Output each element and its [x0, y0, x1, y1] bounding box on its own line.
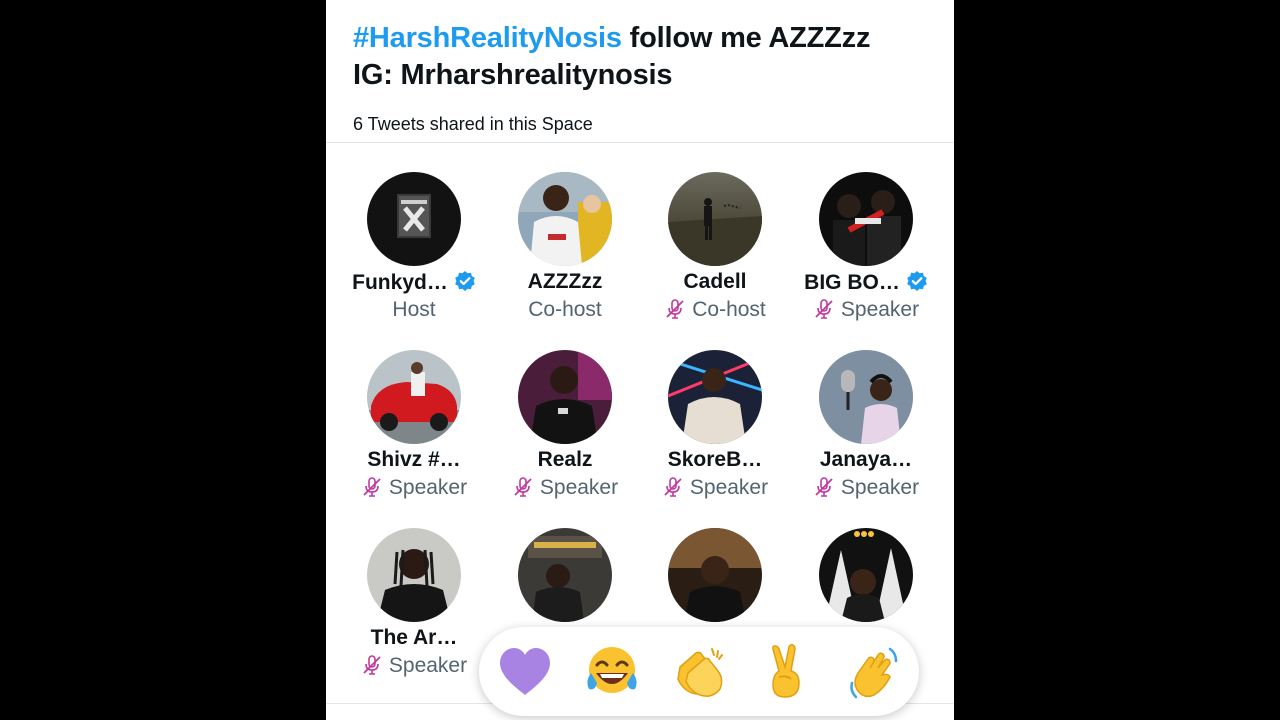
mic-off-icon	[363, 477, 381, 497]
participant-name: Cadell	[683, 270, 747, 293]
avatar[interactable]	[367, 172, 461, 266]
participant-role-row: Speaker	[490, 476, 640, 500]
title-line-2: IG: Mrharshrealitynosis	[353, 59, 673, 91]
purple-heart-icon[interactable]	[496, 643, 554, 701]
participant-card[interactable]: Janaya… Speaker	[791, 350, 941, 520]
divider	[326, 142, 954, 143]
avatar[interactable]	[518, 528, 612, 622]
mic-off-icon	[666, 299, 684, 319]
space-title: #HarshRealityNosis follow me AZZZzz IG: M…	[353, 20, 943, 94]
avatar[interactable]	[367, 350, 461, 444]
participant-name: Funkyd…	[352, 271, 448, 294]
participant-name-row: AZZZzz	[490, 270, 640, 294]
participant-card[interactable]: SkoreB… Speaker	[640, 350, 790, 520]
victory-hand-icon[interactable]	[757, 643, 815, 701]
participant-name-row: Realz	[490, 448, 640, 472]
participant-role-row: Co-host	[490, 298, 640, 322]
verified-badge-icon	[455, 271, 475, 291]
mic-off-icon	[363, 655, 381, 675]
avatar[interactable]	[819, 528, 913, 622]
participant-role-row: Speaker	[791, 476, 941, 500]
participant-role-row: Speaker	[791, 298, 941, 322]
clapping-hands-icon[interactable]	[670, 643, 728, 701]
participant-name: The Ar…	[370, 626, 458, 649]
avatar[interactable]	[819, 172, 913, 266]
participant-card[interactable]: AZZZzz Co-host	[490, 172, 640, 342]
participant-name: AZZZzz	[527, 270, 603, 293]
tears-of-joy-icon[interactable]	[583, 643, 641, 701]
participant-name-row: The Ar…	[339, 626, 489, 650]
participant-name-row: Janaya…	[791, 448, 941, 472]
participant-name-row: BIG BO…	[791, 270, 941, 295]
avatar[interactable]	[819, 350, 913, 444]
participant-name: SkoreB…	[667, 448, 763, 471]
participant-role-row: Host	[339, 298, 489, 322]
participant-card[interactable]: BIG BO… Speaker	[791, 172, 941, 342]
participant-role: Speaker	[539, 476, 619, 499]
mic-off-icon	[664, 477, 682, 497]
participant-name: Janaya…	[819, 448, 913, 471]
participant-role: Co-host	[528, 298, 602, 321]
participant-role-row: Speaker	[640, 476, 790, 500]
title-text: follow me AZZZzz	[621, 22, 871, 54]
participant-name: Realz	[537, 448, 593, 471]
avatar[interactable]	[668, 528, 762, 622]
mic-off-icon	[514, 477, 532, 497]
participant-role: Speaker	[388, 476, 468, 499]
participant-role: Speaker	[840, 476, 920, 499]
title-hashtag-link[interactable]: #HarshRealityNosis	[353, 22, 622, 54]
participant-role-row: Speaker	[339, 476, 489, 500]
participant-role: Speaker	[388, 654, 468, 677]
participant-role-row: Speaker	[339, 654, 489, 678]
space-panel: #HarshRealityNosis follow me AZZZzz IG: M…	[326, 0, 954, 720]
participant-card[interactable]: The Ar… Speaker	[339, 528, 489, 698]
participant-card[interactable]: Realz Speaker	[490, 350, 640, 520]
participant-name: Shivz #…	[367, 448, 461, 471]
participant-name-row: Funkyd…	[339, 270, 489, 295]
avatar[interactable]	[668, 350, 762, 444]
mic-off-icon	[815, 477, 833, 497]
participant-card[interactable]: Funkyd… Host	[339, 172, 489, 342]
participant-role-row: Co-host	[640, 298, 790, 322]
participant-role: Host	[392, 298, 436, 321]
participant-name: BIG BO…	[804, 271, 900, 294]
participant-role: Co-host	[692, 298, 766, 321]
avatar[interactable]	[367, 528, 461, 622]
verified-badge-icon	[907, 271, 927, 291]
participant-name-row: Cadell	[640, 270, 790, 294]
participant-role: Speaker	[840, 298, 920, 321]
tweets-shared-count[interactable]: 6 Tweets shared in this Space	[353, 114, 593, 135]
reaction-bar	[479, 627, 919, 716]
avatar[interactable]	[668, 172, 762, 266]
participant-card[interactable]: Shivz #… Speaker	[339, 350, 489, 520]
avatar[interactable]	[518, 172, 612, 266]
participant-name-row: Shivz #…	[339, 448, 489, 472]
avatar[interactable]	[518, 350, 612, 444]
participant-role: Speaker	[689, 476, 769, 499]
participant-card[interactable]: Cadell Co-host	[640, 172, 790, 342]
participant-name-row: SkoreB…	[640, 448, 790, 472]
mic-off-icon	[815, 299, 833, 319]
waving-hand-icon[interactable]	[844, 643, 902, 701]
